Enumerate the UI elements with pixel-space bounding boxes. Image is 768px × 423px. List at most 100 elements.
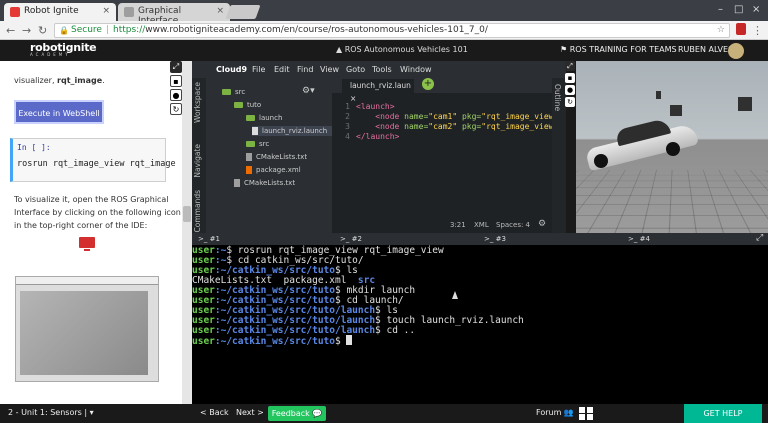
close-window-icon[interactable]: × [752, 4, 760, 15]
terminal-tab-2[interactable]: >_ #2 [340, 235, 362, 243]
execute-in-webshell-button[interactable]: Execute in WebShell #1 [14, 100, 104, 142]
gear-icon[interactable]: ⚙▾ [302, 86, 315, 96]
code-line-2: <node name="cam1" pkg="rqt_image_view [375, 112, 554, 121]
robot-ignite-logo[interactable]: robotignite ACADEMY [30, 41, 97, 57]
terminal-tab-4[interactable]: >_ #4 [628, 235, 650, 243]
browser-tab-graphical-interface[interactable]: Graphical Interface × [118, 3, 230, 26]
close-tab-icon[interactable]: × [102, 6, 110, 16]
graduation-cap-icon: ▲ [336, 45, 345, 54]
tree-item-cmakelists-root[interactable]: CMakeLists.txt [234, 179, 295, 187]
ground-grid [576, 169, 768, 233]
outline-panel-tab[interactable]: Outline [552, 78, 566, 233]
reload-icon[interactable]: ↻ [38, 24, 47, 37]
menu-view[interactable]: View [320, 65, 339, 74]
menu-window[interactable]: Window [400, 65, 432, 74]
layout-icon[interactable]: ▪ [565, 73, 575, 83]
minimize-icon[interactable]: – [718, 4, 723, 15]
editor-tab-launch-rviz[interactable]: launch_rviz.laun × [342, 79, 414, 103]
browser-tab-bar: Robot Ignite × Graphical Interface × – □… [0, 0, 768, 26]
ide-side-tabs: Workspace Navigate Commands [192, 78, 206, 233]
terminal-tab-1[interactable]: >_ #1 [198, 235, 220, 243]
back-button[interactable]: < Back [200, 408, 229, 417]
indent-setting[interactable]: Spaces: 4 [496, 221, 530, 229]
menu-tools[interactable]: Tools [372, 65, 392, 74]
menu-edit[interactable]: Edit [274, 65, 290, 74]
tree-item-launch-rviz[interactable]: launch_rviz.launch [252, 126, 332, 136]
next-button[interactable]: Next > [236, 408, 264, 417]
expand-icon[interactable]: ⤢ [565, 61, 575, 71]
add-tab-button[interactable]: + [422, 78, 434, 90]
tree-item-tuto[interactable]: tuto [234, 101, 261, 109]
tree-item-src-sub[interactable]: src [246, 140, 269, 148]
terminal-tab-3[interactable]: >_ #3 [484, 235, 506, 243]
grid-view-icon[interactable] [579, 407, 593, 420]
forward-icon[interactable]: → [22, 24, 31, 37]
url-scheme: https:// [113, 25, 146, 35]
code-editor[interactable]: launch_rviz.laun × + 1 2 3 4 <launch> <n… [332, 78, 554, 233]
bookmark-star-icon[interactable]: ☆ [717, 24, 725, 37]
avatar[interactable] [728, 43, 744, 59]
settings-icon[interactable]: ● [565, 85, 575, 95]
terminal[interactable]: user:~$ rosrun rqt_image_view rqt_image_… [192, 245, 768, 404]
forum-button[interactable]: Forum 👥 [536, 408, 574, 417]
car-model [585, 117, 699, 172]
chevron-down-icon: ▾ [89, 408, 94, 417]
tab-workspace[interactable]: Workspace [193, 82, 202, 123]
tab-navigate[interactable]: Navigate [193, 144, 202, 178]
code-line-3: <node name="cam2" pkg="rqt_image_view [375, 122, 554, 131]
language-mode[interactable]: XML [474, 221, 489, 229]
new-tab-button[interactable] [225, 5, 261, 19]
cell-prompt: In [ ]: [17, 143, 51, 152]
close-tab-icon[interactable]: × [216, 6, 224, 16]
browser-tab-robot-ignite[interactable]: Robot Ignite × [4, 3, 116, 21]
reset-icon[interactable]: ↻ [565, 97, 575, 107]
ros-training-link[interactable]: ⚑ ROS TRAINING FOR TEAMS [560, 45, 677, 54]
code-cell[interactable]: In [ ]: rosrun rqt_image_view rqt_image [10, 138, 176, 182]
layout-icon[interactable]: ▪ [170, 75, 182, 87]
url-input[interactable]: 🔒 Secure | https://www.robotigniteacademy.… [54, 23, 730, 38]
tree-item-cmakelists[interactable]: CMakeLists.txt [246, 153, 307, 161]
terminal-line-current: user:~/catkin_ws/src/tuto$ [192, 335, 353, 347]
tree-item-src[interactable]: src [222, 88, 245, 96]
ide-menubar: Cloud9 File Edit Find View Goto Tools Wi… [192, 61, 576, 78]
settings-gear-icon[interactable]: ⚙ [538, 219, 546, 229]
file-tree: ⚙▾ src tuto launch launch_rviz.launch sr… [206, 78, 332, 233]
url-text: www.robotigniteacademy.com/en/course/ros… [145, 25, 488, 35]
line-number: 2 [345, 112, 350, 121]
tree-item-package-xml[interactable]: package.xml [246, 166, 301, 174]
tree-item-launch[interactable]: launch [246, 114, 282, 122]
get-help-button[interactable]: GET HELP [684, 404, 762, 423]
teams-icon: ⚑ [560, 45, 570, 54]
cell-code: rosrun rqt_image_view rqt_image [17, 159, 176, 169]
menu-file[interactable]: File [252, 65, 265, 74]
maximize-icon[interactable]: □ [734, 4, 743, 15]
reset-icon[interactable]: ↻ [170, 103, 182, 115]
editor-tab-bar: launch_rviz.laun × + [332, 78, 552, 103]
course-title: ▲ ROS Autonomous Vehicles 101 [336, 45, 468, 54]
user-name[interactable]: RUBEN ALVES [678, 45, 733, 54]
menu-goto[interactable]: Goto [346, 65, 365, 74]
settings-icon[interactable]: ● [170, 89, 182, 101]
obstacle-cube [738, 97, 752, 111]
line-number: 3 [345, 122, 350, 131]
gazebo-3d-view[interactable] [576, 61, 768, 233]
obstacle-cube [670, 105, 682, 116]
tab-commands[interactable]: Commands [193, 190, 202, 232]
expand-icon[interactable]: ⤢ [170, 61, 182, 73]
paragraph-line-2: Interface by clicking on the following i… [14, 208, 181, 217]
menu-icon[interactable]: ⋮ [752, 24, 763, 37]
menu-find[interactable]: Find [297, 65, 313, 74]
lock-icon: 🔒 [59, 26, 69, 35]
menu-cloud9[interactable]: Cloud9 [216, 65, 247, 74]
line-number: 1 [345, 102, 350, 111]
extension-icon[interactable] [736, 23, 746, 35]
chat-icon: 💬 [312, 409, 323, 418]
expand-terminal-icon[interactable]: ⤢ [756, 233, 763, 243]
paragraph-line-1: To visualize it, open the ROS Graphical [14, 195, 169, 204]
terminal-cursor [346, 335, 353, 345]
feedback-button[interactable]: Feedback 💬 [268, 406, 326, 421]
unit-selector[interactable]: 2 - Unit 1: Sensors | ▾ [8, 408, 94, 417]
code-line-4: </launch> [356, 132, 400, 141]
panel-toolbar: ⤢ ▪ ● ↻ [170, 61, 184, 121]
back-icon[interactable]: ← [6, 24, 15, 37]
